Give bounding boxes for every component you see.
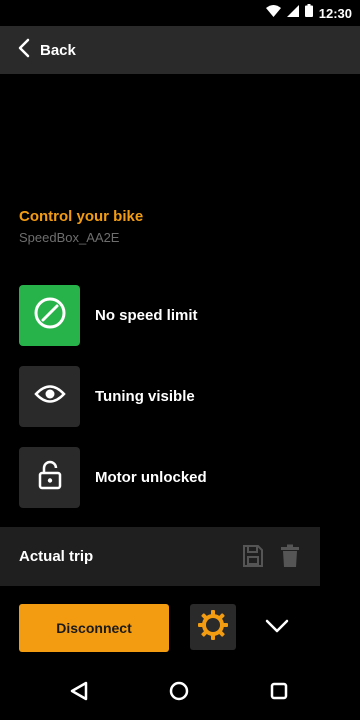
system-nav-bar (0, 666, 360, 720)
control-row-tuning[interactable]: Tuning visible (19, 365, 195, 427)
section-title: Control your bike (19, 208, 144, 225)
status-icons: 12:30 (265, 4, 352, 22)
wifi-icon (265, 4, 281, 22)
control-row-motor[interactable]: Motor unlocked (19, 446, 207, 508)
back-label: Back (40, 41, 76, 59)
chevron-down-icon (265, 619, 289, 638)
gear-icon (197, 609, 229, 646)
top-bar: Back (0, 26, 360, 74)
status-bar: 12:30 (0, 0, 360, 26)
eye-icon (33, 383, 66, 410)
motor-toggle[interactable] (19, 446, 80, 508)
device-name: SpeedBox_AA2E (19, 230, 120, 245)
tuning-toggle[interactable] (19, 365, 80, 427)
back-triangle-icon (70, 681, 88, 706)
home-circle-icon (169, 681, 189, 706)
unlock-icon (38, 460, 62, 495)
back-button[interactable]: Back (0, 26, 90, 74)
recents-square-icon (270, 682, 288, 705)
signal-icon (286, 4, 299, 22)
trash-icon[interactable] (280, 544, 300, 573)
trip-actions (242, 544, 300, 573)
status-time: 12:30 (318, 5, 352, 21)
trip-title: Actual trip (19, 548, 94, 565)
expand-button[interactable] (262, 610, 292, 646)
speed-limit-toggle[interactable] (19, 284, 80, 346)
disconnect-label: Disconnect (56, 620, 132, 636)
nav-home-button[interactable] (166, 680, 192, 706)
no-limit-icon (33, 296, 67, 335)
nav-recents-button[interactable] (266, 680, 292, 706)
battery-icon (304, 4, 313, 22)
settings-button[interactable] (190, 604, 236, 650)
save-icon[interactable] (242, 544, 264, 573)
nav-back-button[interactable] (66, 680, 92, 706)
speed-limit-label: No speed limit (95, 306, 198, 324)
motor-label: Motor unlocked (95, 468, 207, 486)
control-row-speed-limit[interactable]: No speed limit (19, 284, 198, 346)
chevron-left-icon (18, 38, 30, 63)
disconnect-button[interactable]: Disconnect (19, 604, 169, 652)
trip-bar: Actual trip (0, 527, 320, 586)
tuning-label: Tuning visible (95, 387, 195, 405)
